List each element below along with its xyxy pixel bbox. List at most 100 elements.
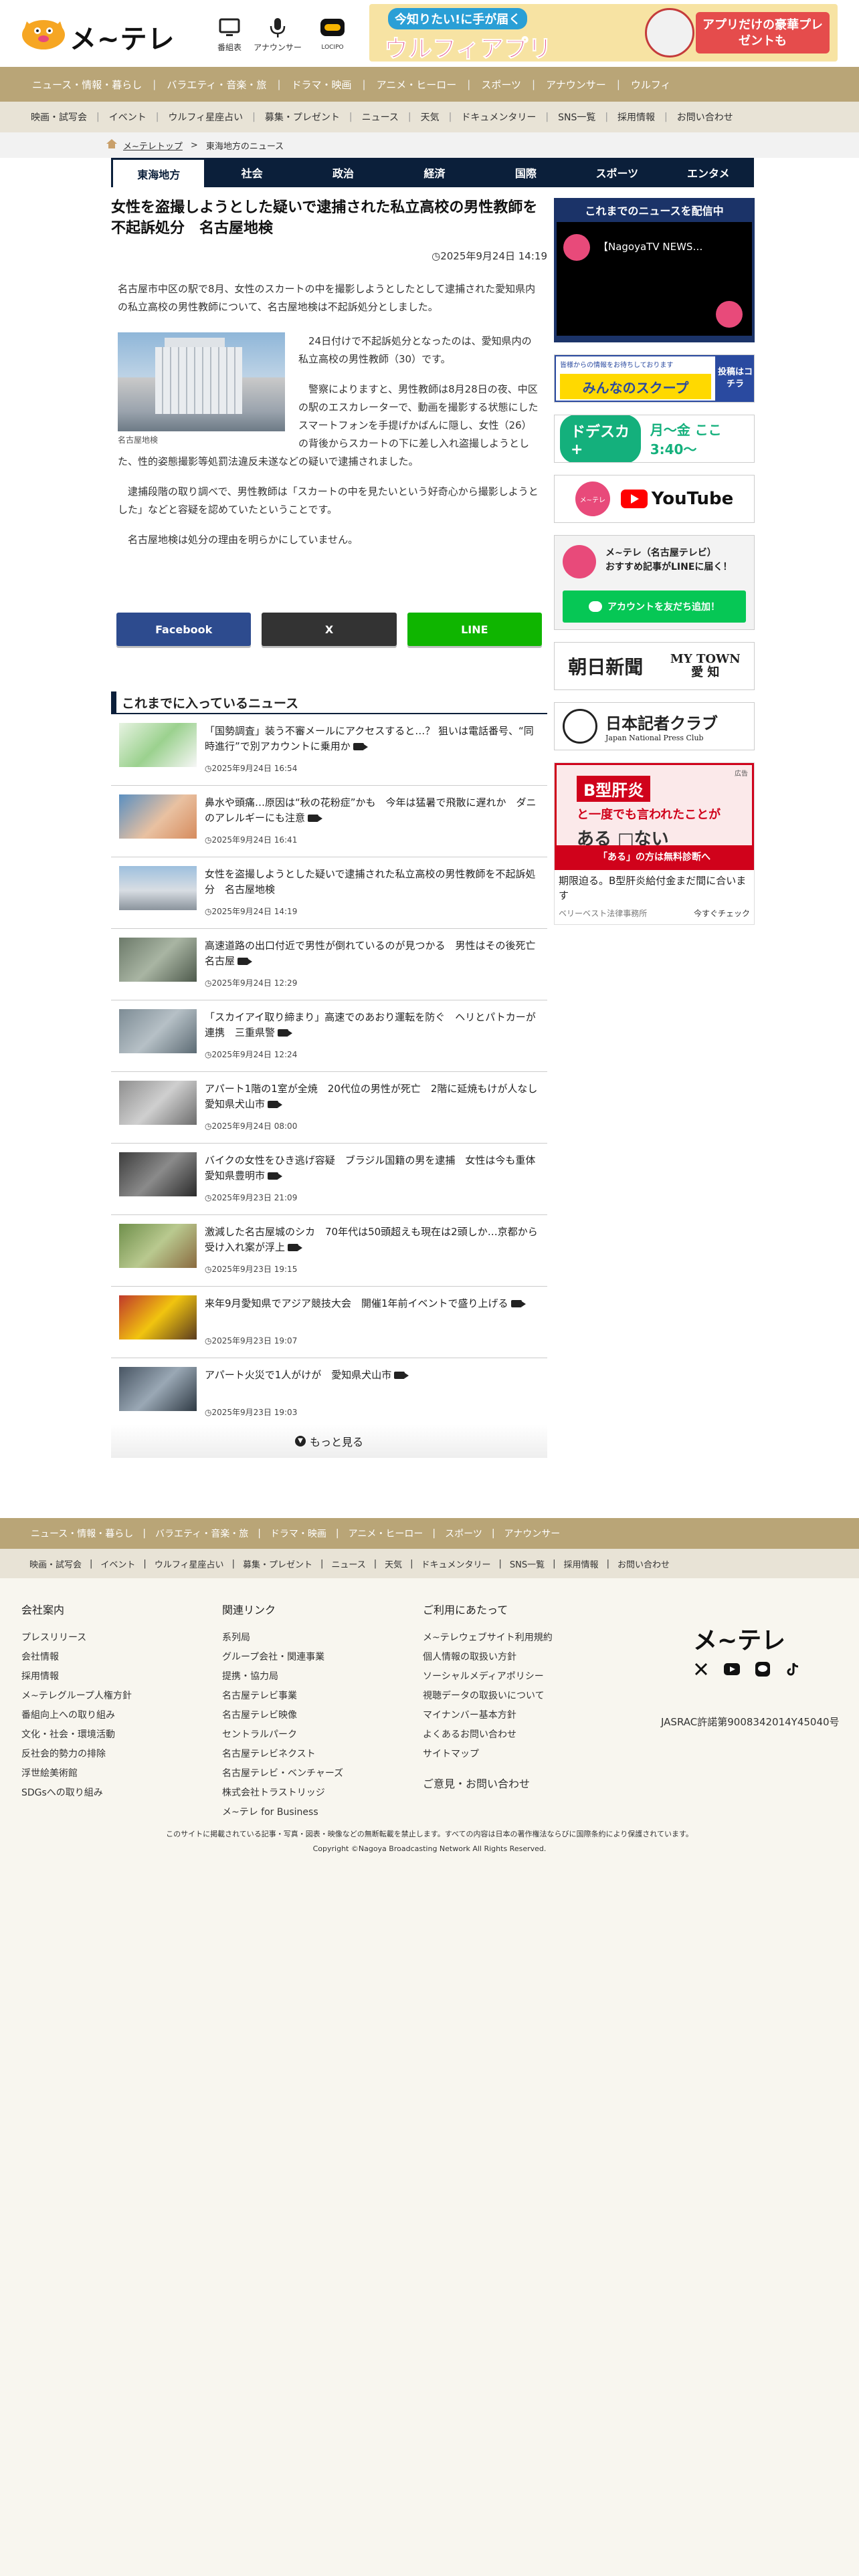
share-line-button[interactable]: LINE [407, 613, 542, 646]
news-list-item[interactable]: アパート火災で1人がけが 愛知県犬山市 ◷2025年9月23日 19:03 [111, 1358, 547, 1430]
footer-nav-item[interactable]: ドラマ・映画 [261, 1527, 336, 1540]
footer-subnav-item[interactable]: ウルフィ星座占い [147, 1558, 232, 1570]
wolfy-app-banner[interactable]: 今知りたい!に手が届く ウルフィアプリ アプリだけの豪華プレゼントも [369, 4, 838, 62]
footer-link[interactable]: 番組向上への取り組み [21, 1708, 209, 1721]
footer-link[interactable]: 名古屋テレビ事業 [222, 1689, 409, 1702]
subnav-item[interactable]: ニュース [353, 110, 408, 124]
footer-link[interactable]: 株式会社トラストリッジ [222, 1786, 409, 1799]
news-list-item[interactable]: 女性を盗撮しようとした疑いで逮捕された私立高校の男性教師を不起訴処分 名古屋地検… [111, 857, 547, 929]
footer-link[interactable]: 浮世絵美術館 [21, 1766, 209, 1780]
tab-entertainment[interactable]: エンタメ [663, 158, 754, 187]
nav-item-wolfy[interactable]: ウルフィ [620, 78, 682, 92]
footer-link[interactable]: グループ会社・関連事業 [222, 1650, 409, 1663]
news-list-item[interactable]: 「スカイアイ取り締まり」高速でのあおり運転を防ぐ ヘリとパトカーが連携 三重県警… [111, 1000, 547, 1072]
footer-contact-link[interactable]: ご意見・お問い合わせ [423, 1775, 610, 1791]
footer-link[interactable]: 視聴データの取扱いについて [423, 1689, 610, 1702]
footer-link[interactable]: 系列局 [222, 1630, 409, 1644]
line-add-friend-button[interactable]: アカウントを友だち追加！ [563, 591, 746, 623]
footer-link[interactable]: メ~テレ for Business [222, 1805, 409, 1818]
tab-tokai[interactable]: 東海地方 [111, 158, 207, 187]
youtube-icon[interactable] [724, 1661, 740, 1677]
footer-link[interactable]: ソーシャルメディアポリシー [423, 1669, 610, 1683]
footer-link[interactable]: 名古屋テレビ・ベンチャーズ [222, 1766, 409, 1780]
asahi-mytown-banner[interactable]: 朝日新聞 MY TOWN 愛 知 [554, 642, 755, 690]
announcer-link[interactable]: アナウンサー [248, 16, 308, 53]
footer-subnav-item[interactable]: イベント [92, 1558, 143, 1570]
footer-link[interactable]: プレスリリース [21, 1630, 209, 1644]
footer-link[interactable]: セントラルパーク [222, 1727, 409, 1741]
nav-item-announcer[interactable]: アナウンサー [535, 78, 617, 92]
footer-link[interactable]: よくあるお問い合わせ [423, 1727, 610, 1741]
subnav-item[interactable]: 採用情報 [608, 110, 664, 124]
footer-link[interactable]: 名古屋テレビネクスト [222, 1747, 409, 1760]
footer-link[interactable]: 採用情報 [21, 1669, 209, 1683]
news-list-item[interactable]: 激減した名古屋城のシカ 70年代は50頭超えも現在は2頭しか…京都から受け入れ案… [111, 1215, 547, 1287]
sidebar-ad[interactable]: 広告 B型肝炎 と一度でも言われたことが ある □ない 「ある」の方は無料診断へ… [554, 762, 755, 925]
footer-link[interactable]: 名古屋テレビ映像 [222, 1708, 409, 1721]
footer-subnav-item[interactable]: 募集・プレゼント [235, 1558, 320, 1570]
tab-economy[interactable]: 経済 [389, 158, 480, 187]
share-x-button[interactable]: X [262, 613, 397, 646]
wolfy-logo-icon[interactable] [20, 15, 67, 51]
footer-link[interactable]: 会社情報 [21, 1650, 209, 1663]
subnav-item[interactable]: イベント [100, 110, 156, 124]
tab-sports[interactable]: スポーツ [571, 158, 662, 187]
breadcrumb-home-link[interactable]: メ~テレトップ [123, 139, 183, 152]
nav-item-anime[interactable]: アニメ・ヒーロー [366, 78, 468, 92]
footer-link[interactable]: メ~テレグループ人権方針 [21, 1689, 209, 1702]
live-video-player[interactable]: 【NagoyaTV NEWS… [557, 222, 752, 336]
footer-link[interactable]: 個人情報の取扱い方針 [423, 1650, 610, 1663]
news-list-item[interactable]: 「国勢調査」装う不審メールにアクセスすると…？ 狙いは電話番号、“同時進行”で別… [111, 714, 547, 786]
footer-subnav-item[interactable]: ドキュメンタリー [413, 1558, 499, 1570]
nav-item-drama[interactable]: ドラマ・映画 [281, 78, 363, 92]
footer-subnav-item[interactable]: SNS一覧 [502, 1558, 553, 1570]
footer-subnav-item[interactable]: 天気 [377, 1558, 410, 1570]
footer-subnav-item[interactable]: 採用情報 [556, 1558, 607, 1570]
subnav-item[interactable]: SNS一覧 [549, 110, 605, 124]
subnav-item[interactable]: 募集・プレゼント [256, 110, 349, 124]
footer-nav-item[interactable]: アニメ・ヒーロー [339, 1527, 433, 1540]
press-club-banner[interactable]: 日本記者クラブ Japan National Press Club [554, 702, 755, 750]
footer-nav-item[interactable]: アナウンサー [495, 1527, 570, 1540]
nav-item-sports[interactable]: スポーツ [470, 78, 532, 92]
footer-nav-item[interactable]: バラエティ・音楽・旅 [146, 1527, 258, 1540]
footer-subnav-item[interactable]: 映画・試写会 [21, 1558, 90, 1570]
line-friend-banner[interactable]: メ~テレ（名古屋テレビ） おすすめ記事がLINEに届く！ アカウントを友だち追加… [554, 535, 755, 630]
site-logo[interactable]: メ~テレ [70, 17, 175, 56]
tiktok-icon[interactable] [785, 1661, 801, 1677]
nav-item-variety[interactable]: バラエティ・音楽・旅 [156, 78, 277, 92]
footer-link[interactable]: サイトマップ [423, 1747, 610, 1760]
footer-link[interactable]: マイナンバー基本方針 [423, 1708, 610, 1721]
footer-link[interactable]: 反社会的勢力の排除 [21, 1747, 209, 1760]
news-list-item[interactable]: 高速道路の出口付近で男性が倒れているのが見つかる 男性はその後死亡 名古屋 ◷2… [111, 929, 547, 1000]
subnav-item[interactable]: 映画・試写会 [21, 110, 96, 124]
footer-link[interactable]: 文化・社会・環境活動 [21, 1727, 209, 1741]
footer-link[interactable]: 提携・協力局 [222, 1669, 409, 1683]
nav-item-news[interactable]: ニュース・情報・暮らし [21, 78, 153, 92]
youtube-banner[interactable]: メ~テレ YouTube [554, 475, 755, 523]
ad-cta-link[interactable]: 今すぐチェック [694, 907, 750, 919]
footer-nav-item[interactable]: ニュース・情報・暮らし [21, 1527, 142, 1540]
footer-logo[interactable]: メ~テレ [693, 1621, 785, 1656]
footer-subnav-item[interactable]: ニュース [323, 1558, 373, 1570]
tab-society[interactable]: 社会 [206, 158, 297, 187]
live-news-box[interactable]: これまでのニュースを配信中 【NagoyaTV NEWS… [554, 198, 755, 342]
news-list-item[interactable]: 来年9月愛知県でアジア競技大会 開催1年前イベントで盛り上げる ◷2025年9月… [111, 1287, 547, 1358]
footer-subnav-item[interactable]: お問い合わせ [609, 1558, 678, 1570]
news-list-item[interactable]: 鼻水や頭痛…原因は“秋の花粉症”かも 今年は猛暑で飛散に遅れか ダニのアレルギー… [111, 786, 547, 857]
footer-link[interactable]: SDGsへの取り組み [21, 1786, 209, 1799]
share-facebook-button[interactable]: Facebook [116, 613, 252, 646]
load-more-button[interactable]: ▼ もっと見る [111, 1424, 547, 1458]
line-icon[interactable] [755, 1661, 771, 1677]
footer-nav-item[interactable]: スポーツ [436, 1527, 492, 1540]
minna-scoop-banner[interactable]: 皆様からの情報をお待ちしております みんなのスクープ 投稿はコチラ [554, 354, 755, 403]
subnav-item[interactable]: お問い合わせ [668, 110, 743, 124]
news-list-item[interactable]: バイクの女性をひき逃げ容疑 ブラジル国籍の男を逮捕 女性は今も重体 愛知県豊明市… [111, 1144, 547, 1215]
dodesuka-banner[interactable]: ドデスカ+ 月～金 ここ3:40～ [554, 415, 755, 463]
locipo-link[interactable]: LOCIPO [302, 16, 363, 53]
tab-international[interactable]: 国際 [480, 158, 571, 187]
tab-politics[interactable]: 政治 [298, 158, 389, 187]
subnav-item[interactable]: ドキュメンタリー [452, 110, 545, 124]
footer-link[interactable]: メ~テレウェブサイト利用規約 [423, 1630, 610, 1644]
news-list-item[interactable]: アパート1階の1室が全焼 20代位の男性が死亡 2階に延焼もけが人なし 愛知県犬… [111, 1072, 547, 1144]
